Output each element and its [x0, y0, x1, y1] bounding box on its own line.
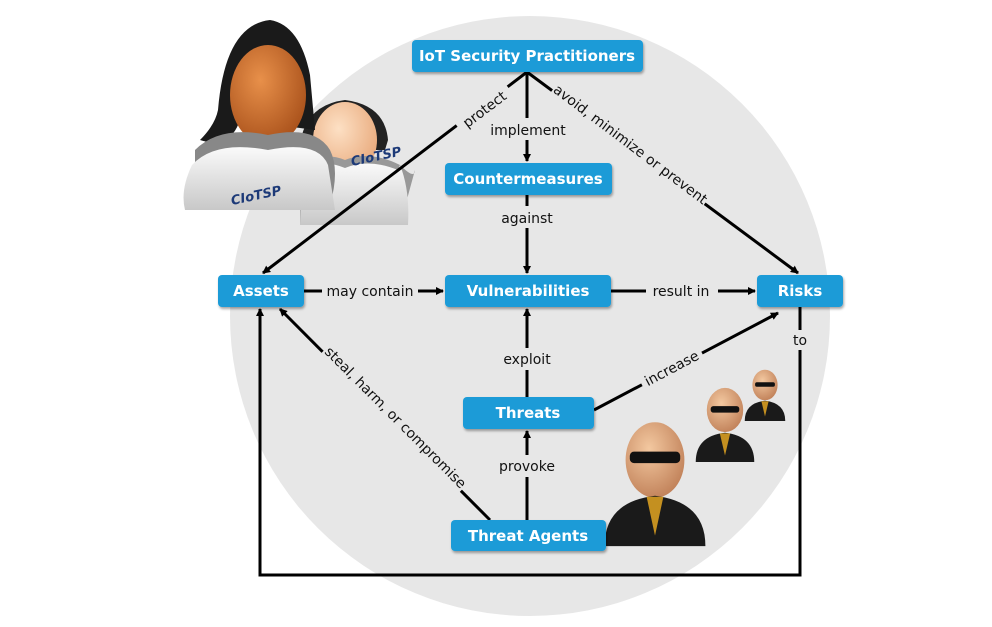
svg-text:Threats: Threats	[496, 404, 561, 422]
svg-text:IoT Security Practitioners: IoT Security Practitioners	[419, 47, 635, 65]
node-threat-agents: Threat Agents	[451, 520, 606, 551]
label-result-in: result in	[653, 284, 710, 300]
node-risks: Risks	[757, 275, 843, 307]
label-to: to	[793, 333, 807, 349]
node-vulnerabilities: Vulnerabilities	[445, 275, 611, 307]
label-may-contain: may contain	[327, 284, 414, 300]
svg-text:Threat Agents: Threat Agents	[468, 527, 588, 545]
node-countermeasures: Countermeasures	[445, 163, 612, 195]
svg-text:Countermeasures: Countermeasures	[453, 170, 603, 188]
svg-text:Risks: Risks	[778, 282, 823, 300]
svg-text:Vulnerabilities: Vulnerabilities	[467, 282, 590, 300]
diagram: CIoTSP CIoTSP protect implement avoid, m…	[183, 16, 843, 616]
practitioner-people-icon: CIoTSP CIoTSP	[183, 20, 415, 225]
node-assets: Assets	[218, 275, 304, 307]
node-practitioners: IoT Security Practitioners	[412, 40, 643, 72]
label-implement: implement	[490, 123, 566, 139]
node-threats: Threats	[463, 397, 594, 429]
label-provoke: provoke	[499, 459, 555, 475]
svg-text:Assets: Assets	[233, 282, 289, 300]
label-exploit: exploit	[503, 352, 551, 368]
label-against: against	[501, 211, 553, 227]
